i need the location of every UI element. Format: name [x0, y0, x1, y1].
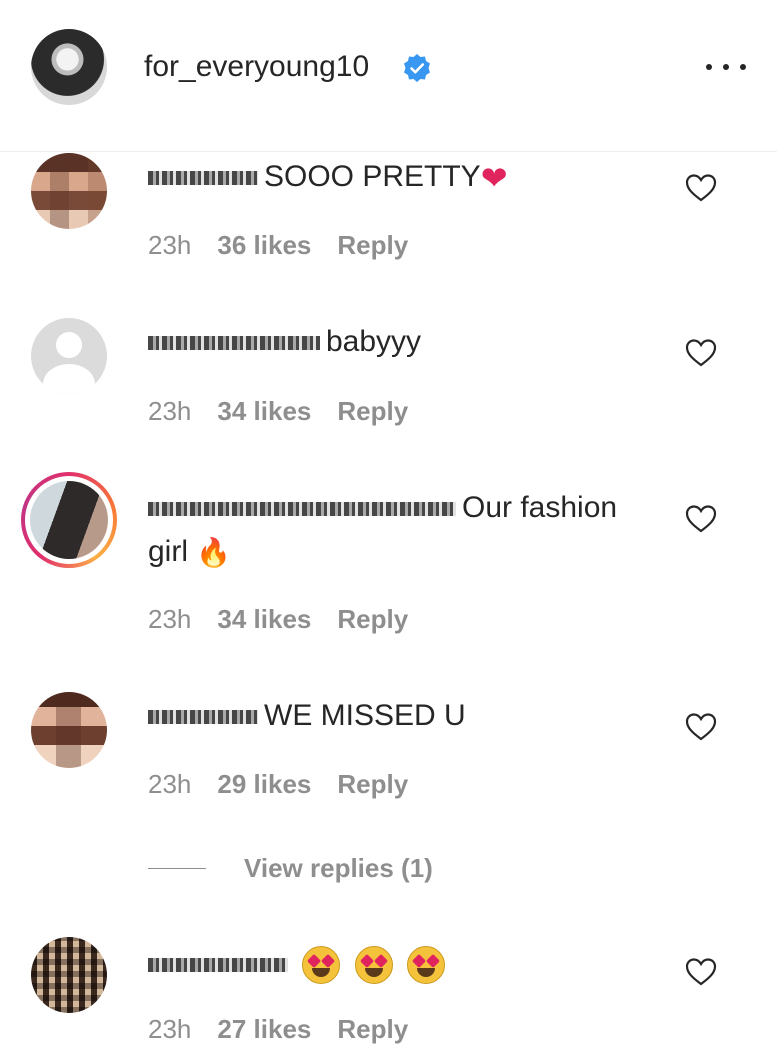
fire-emoji: 🔥: [196, 536, 232, 570]
avatar-head-shape: [56, 332, 82, 358]
comment-meta: 23h 27 likes Reply: [148, 1014, 408, 1045]
view-replies-divider: [148, 867, 206, 869]
heart-eyes-emoji: [407, 946, 446, 985]
comment-username-blurred[interactable]: [148, 171, 258, 186]
story-ring-avatar[interactable]: [21, 472, 117, 568]
comment-time[interactable]: 23h: [148, 769, 191, 799]
avatar-body-shape: [43, 364, 95, 394]
heart-outline-icon[interactable]: [685, 957, 717, 987]
comment-body: WE MISSED U: [264, 699, 466, 732]
view-replies-label: View replies (1): [244, 852, 433, 883]
reply-button[interactable]: Reply: [337, 396, 408, 426]
comment-body: Our fashion: [462, 491, 618, 524]
comment-meta: 23h 34 likes Reply: [148, 604, 408, 635]
comment-text: WE MISSED U: [148, 694, 648, 738]
comment-meta: 23h 34 likes Reply: [148, 396, 408, 427]
comment-text: SOOO PRETTY❤: [148, 155, 648, 200]
comment-likes[interactable]: 36 likes: [217, 230, 311, 260]
post-username[interactable]: for_everyoung10: [144, 50, 369, 84]
comment-likes[interactable]: 34 likes: [217, 396, 311, 426]
view-replies-button[interactable]: View replies (1): [148, 848, 433, 888]
comment-username-blurred[interactable]: [148, 336, 320, 351]
more-dot: [740, 64, 746, 70]
heart-outline-icon[interactable]: [685, 712, 717, 742]
comment-username-blurred[interactable]: [148, 502, 456, 517]
comment-username-blurred[interactable]: [148, 958, 288, 973]
comment-body: SOOO PRETTY: [264, 160, 481, 193]
comment-likes[interactable]: 27 likes: [217, 1014, 311, 1044]
heart-eyes-emoji: [302, 946, 341, 985]
reply-button[interactable]: Reply: [337, 230, 408, 260]
verified-badge-icon: [404, 54, 430, 82]
comment-time[interactable]: 23h: [148, 230, 191, 260]
default-avatar-icon[interactable]: [31, 318, 107, 394]
comment-username-blurred[interactable]: [148, 710, 258, 725]
comment-likes[interactable]: 34 likes: [217, 604, 311, 634]
comment-text: Our fashion girl 🔥: [148, 486, 648, 575]
comment-text: [148, 942, 648, 986]
comment-meta: 23h 36 likes Reply: [148, 230, 408, 261]
heart-eyes-emoji: [354, 946, 393, 985]
more-options-icon[interactable]: [706, 52, 746, 82]
heart-outline-icon[interactable]: [685, 173, 717, 203]
heart-outline-icon[interactable]: [685, 338, 717, 368]
comment-meta: 23h 29 likes Reply: [148, 769, 408, 800]
commenter-avatar: [30, 481, 108, 559]
heart-outline-icon[interactable]: [685, 504, 717, 534]
reply-button[interactable]: Reply: [337, 604, 408, 634]
heart-emoji: ❤: [480, 159, 508, 198]
comment-likes[interactable]: 29 likes: [217, 769, 311, 799]
commenter-avatar[interactable]: [31, 692, 107, 768]
commenter-avatar[interactable]: [31, 937, 107, 1013]
comment-body-line2: girl: [148, 535, 189, 568]
post-header: for_everyoung10: [0, 0, 777, 152]
profile-avatar[interactable]: [31, 29, 107, 105]
comment-time[interactable]: 23h: [148, 396, 191, 426]
more-dot: [706, 64, 712, 70]
reply-button[interactable]: Reply: [337, 769, 408, 799]
comment-body: babyyy: [326, 325, 422, 358]
comment-text: babyyy: [148, 320, 648, 364]
more-dot: [723, 64, 729, 70]
commenter-avatar[interactable]: [31, 153, 107, 229]
reply-button[interactable]: Reply: [337, 1014, 408, 1044]
comment-time[interactable]: 23h: [148, 1014, 191, 1044]
comment-time[interactable]: 23h: [148, 604, 191, 634]
